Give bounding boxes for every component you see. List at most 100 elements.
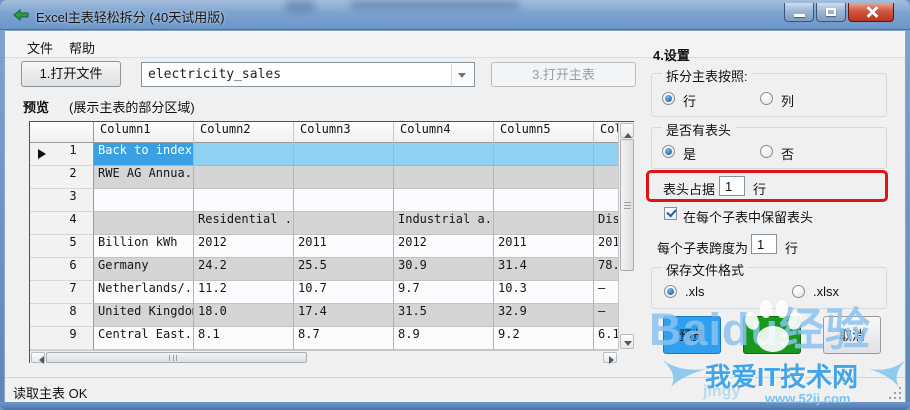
- grid-cell[interactable]: 31.5: [394, 304, 494, 327]
- maximize-button[interactable]: [816, 3, 846, 22]
- table-row[interactable]: 8 United Kingdom 18.0 17.4 31.5 32.9 —: [30, 304, 618, 327]
- table-row[interactable]: 9 Central East... 8.1 8.7 8.9 9.2 6.1: [30, 327, 618, 350]
- radio-split-by-column-label[interactable]: 列: [781, 91, 794, 110]
- header-rows-input[interactable]: [719, 176, 745, 196]
- row-selector-cell[interactable]: 2: [30, 166, 94, 189]
- combobox-dropdown-button[interactable]: [451, 64, 473, 85]
- radio-format-xls[interactable]: [664, 285, 677, 298]
- radio-has-header-no[interactable]: [760, 145, 773, 158]
- grid-cell[interactable]: 6.1: [594, 327, 618, 350]
- grid-cell[interactable]: Back to index: [94, 143, 194, 166]
- row-selector-cell[interactable]: 6: [30, 258, 94, 281]
- table-row[interactable]: 4 Residential ... Industrial a... Dist: [30, 212, 618, 235]
- keep-header-label[interactable]: 在每个子表中保留表头: [683, 207, 813, 226]
- column-header[interactable]: Column1: [94, 122, 194, 143]
- grid-cell[interactable]: [94, 212, 194, 235]
- row-selector-cell[interactable]: 4: [30, 212, 94, 235]
- grid-cell[interactable]: 2012: [594, 235, 618, 258]
- open-master-button[interactable]: 3.打开主表: [491, 62, 636, 87]
- close-button[interactable]: [848, 3, 894, 22]
- table-row[interactable]: 7 Netherlands/... 11.2 10.7 9.7 10.3 —: [30, 281, 618, 304]
- grid-cell[interactable]: Central East...: [94, 327, 194, 350]
- scroll-down-button[interactable]: [620, 334, 634, 349]
- grid-cell[interactable]: [594, 143, 618, 166]
- grid-cell[interactable]: Netherlands/...: [94, 281, 194, 304]
- radio-format-xlsx-label[interactable]: .xlsx: [813, 284, 839, 299]
- grid-cell[interactable]: [294, 143, 394, 166]
- column-header[interactable]: Column3: [294, 122, 394, 143]
- grid-cell[interactable]: 8.9: [394, 327, 494, 350]
- cancel-button[interactable]: 取消: [823, 316, 881, 354]
- row-selector-cell[interactable]: 5: [30, 235, 94, 258]
- radio-format-xls-label[interactable]: .xls: [685, 284, 705, 299]
- row-selector-cell[interactable]: 3: [30, 189, 94, 212]
- split-button[interactable]: 拆分: [743, 316, 801, 354]
- open-file-button[interactable]: 1.打开文件: [21, 61, 121, 87]
- grid-cell[interactable]: [394, 143, 494, 166]
- grid-cell[interactable]: 18.0: [194, 304, 294, 327]
- grid-cell[interactable]: [494, 166, 594, 189]
- grid-cell[interactable]: 11.2: [194, 281, 294, 304]
- grid-cell[interactable]: 17.4: [294, 304, 394, 327]
- grid-cell[interactable]: Dist: [594, 212, 618, 235]
- grid-cell[interactable]: [394, 189, 494, 212]
- span-input[interactable]: [751, 234, 777, 254]
- grid-cell[interactable]: 78.4: [594, 258, 618, 281]
- column-header[interactable]: Col: [594, 122, 618, 143]
- grid-cell[interactable]: [94, 189, 194, 212]
- vertical-scrollbar-thumb[interactable]: [620, 139, 634, 271]
- grid-cell[interactable]: 31.4: [494, 258, 594, 281]
- grid-cell[interactable]: [194, 189, 294, 212]
- grid-cell[interactable]: [294, 166, 394, 189]
- grid-cell[interactable]: Billion kWh: [94, 235, 194, 258]
- grid-cell[interactable]: [594, 189, 618, 212]
- row-selector-cell[interactable]: 9: [30, 327, 94, 350]
- grid-cell[interactable]: 10.7: [294, 281, 394, 304]
- row-selector-cell[interactable]: 8: [30, 304, 94, 327]
- grid-cell[interactable]: —: [594, 304, 618, 327]
- radio-split-by-row-label[interactable]: 行: [683, 91, 696, 110]
- radio-has-header-yes[interactable]: [662, 145, 675, 158]
- grid-cell[interactable]: 9.7: [394, 281, 494, 304]
- grid-cell[interactable]: 8.7: [294, 327, 394, 350]
- grid-cell[interactable]: [394, 166, 494, 189]
- minimize-button[interactable]: [784, 3, 814, 22]
- table-row[interactable]: 2 RWE AG Annua...: [30, 166, 618, 189]
- column-header[interactable]: Column5: [494, 122, 594, 143]
- scroll-up-button[interactable]: [620, 123, 634, 138]
- grid-cell[interactable]: 8.1: [194, 327, 294, 350]
- grid-cell[interactable]: Germany: [94, 258, 194, 281]
- keep-header-checkbox[interactable]: [664, 207, 677, 220]
- column-header[interactable]: Column2: [194, 122, 294, 143]
- table-row[interactable]: 3: [30, 189, 618, 212]
- menu-item-file[interactable]: 文件: [21, 36, 59, 59]
- grid-cell[interactable]: [494, 212, 594, 235]
- grid-cell[interactable]: 32.9: [494, 304, 594, 327]
- menu-item-help[interactable]: 帮助: [63, 36, 101, 59]
- resize-grip[interactable]: [889, 387, 901, 399]
- grid-cell[interactable]: —: [594, 281, 618, 304]
- column-header[interactable]: Column4: [394, 122, 494, 143]
- table-row[interactable]: 1 Back to index: [30, 143, 618, 166]
- grid-cell[interactable]: 10.3: [494, 281, 594, 304]
- horizontal-scrollbar-thumb[interactable]: [46, 352, 307, 363]
- grid-cell[interactable]: United Kingdom: [94, 304, 194, 327]
- grid-cell[interactable]: [294, 189, 394, 212]
- grid-cell[interactable]: 2012: [394, 235, 494, 258]
- grid-cell[interactable]: 9.2: [494, 327, 594, 350]
- grid-cell[interactable]: [594, 166, 618, 189]
- grid-cell[interactable]: [494, 143, 594, 166]
- grid-cell[interactable]: Industrial a...: [394, 212, 494, 235]
- scroll-right-button[interactable]: [603, 352, 617, 363]
- radio-has-header-yes-label[interactable]: 是: [683, 144, 696, 163]
- grid-cell[interactable]: 30.9: [394, 258, 494, 281]
- row-selector-cell[interactable]: 7: [30, 281, 94, 304]
- radio-split-by-column[interactable]: [760, 92, 773, 105]
- grid-cell[interactable]: [294, 212, 394, 235]
- grid-cell[interactable]: Residential ...: [194, 212, 294, 235]
- grid-cell[interactable]: 2011: [294, 235, 394, 258]
- table-row[interactable]: 6 Germany 24.2 25.5 30.9 31.4 78.4: [30, 258, 618, 281]
- grid-cell[interactable]: [494, 189, 594, 212]
- grid-cell[interactable]: 24.2: [194, 258, 294, 281]
- grid-cell[interactable]: [194, 166, 294, 189]
